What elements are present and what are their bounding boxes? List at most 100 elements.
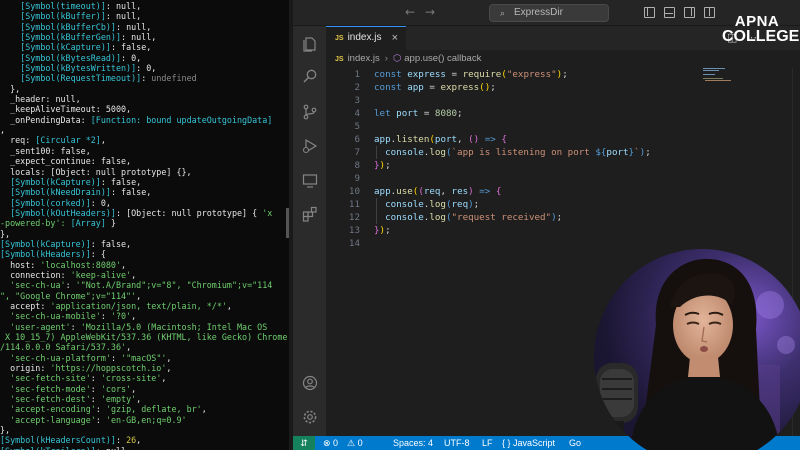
terminal-text: , — [0, 125, 6, 136]
terminal-text: X 10_15_7) AppleWebKit/537.36 (KHTML, li… — [0, 332, 288, 342]
terminal-text: : — [90, 383, 101, 394]
terminal-line: -powered-by': [Array] } — [0, 218, 289, 228]
eol-setting[interactable]: LF — [482, 436, 493, 450]
indentation-setting[interactable]: Spaces: 4 — [393, 436, 433, 450]
terminal-text: : false, — [90, 238, 132, 249]
source-control-icon[interactable] — [302, 104, 318, 120]
terminal-text: : — [115, 435, 127, 446]
code-token: port — [606, 147, 629, 158]
minimap[interactable] — [703, 68, 733, 88]
terminal-text: [Symbol(kCapture)] — [0, 42, 111, 53]
code-token: express — [440, 82, 480, 93]
close-tab-icon[interactable]: × — [392, 27, 398, 49]
code-line[interactable]: const app = express(); — [374, 81, 496, 94]
terminal-text: /114.0.0.0 Safari/537.36' — [0, 342, 127, 353]
code-line[interactable]: console.log(req); — [374, 198, 479, 211]
go-live-button[interactable]: Go — [569, 436, 581, 450]
terminal-text: origin: — [0, 363, 51, 374]
terminal-text: , — [121, 259, 127, 270]
errors-count[interactable]: ⊗ 0 — [323, 436, 338, 450]
breadcrumb-symbol[interactable]: app.use() callback — [404, 53, 481, 64]
line-number: 11 — [348, 199, 360, 210]
explorer-icon[interactable] — [302, 36, 318, 52]
toggle-primary-sidebar-icon[interactable] — [644, 7, 655, 18]
terminal-text: 26 — [126, 435, 137, 446]
code-token: const — [374, 82, 402, 93]
code-line[interactable]: console.log(`app is listening on port ${… — [374, 146, 651, 159]
code-line[interactable]: }); — [374, 224, 391, 237]
terminal-text: [Symbol(kNeedDrain)] — [0, 187, 111, 198]
terminal-text: [Symbol(kCapture)] — [0, 238, 91, 249]
terminal-text: [Symbol(RequestTimeout)] — [0, 73, 142, 84]
command-center-search[interactable]: ⌕ ExpressDir — [489, 4, 609, 22]
code-token: ; — [457, 108, 463, 119]
terminal-text: , — [166, 363, 172, 374]
language-mode[interactable]: { } JavaScript — [502, 436, 555, 450]
code-line[interactable]: }); — [374, 159, 391, 172]
tab-index-js[interactable]: JS index.js × — [326, 26, 406, 50]
code-token: ; — [473, 199, 480, 210]
terminal-line: locals: [Object: null prototype] {}, — [0, 167, 289, 177]
line-number: 2 — [354, 82, 360, 93]
search-icon[interactable] — [302, 68, 318, 84]
terminal-text: ", "Google Chrome";v="114"' — [0, 290, 137, 301]
terminal-panel[interactable]: [Symbol(timeout)]: null, [Symbol(kBuffer… — [0, 0, 289, 450]
terminal-text: connection: — [0, 269, 71, 280]
terminal-text: 'sec-ch-ua-mobile' — [0, 311, 101, 322]
code-token: () — [468, 134, 480, 145]
remote-explorer-icon[interactable] — [302, 173, 318, 189]
terminal-line: [Symbol(corked)]: 0, — [0, 198, 289, 208]
terminal-line: }, — [0, 425, 289, 435]
settings-gear-icon[interactable] — [302, 409, 318, 425]
code-token: req — [423, 186, 441, 197]
line-number: 10 — [348, 186, 360, 197]
toggle-panel-icon[interactable] — [664, 7, 675, 18]
extensions-icon[interactable] — [302, 206, 318, 222]
encoding-setting[interactable]: UTF-8 — [444, 436, 470, 450]
run-and-debug-icon[interactable] — [302, 138, 318, 154]
code-line[interactable]: console.log("request received"); — [374, 211, 562, 224]
logo-line-1: APNA — [734, 13, 780, 30]
line-number: 6 — [354, 134, 360, 145]
terminal-text: _keepAliveTimeout: 5000, — [0, 104, 132, 115]
terminal-text: : — [65, 280, 76, 291]
terminal-line: }, — [0, 84, 289, 94]
terminal-line: [Symbol(kBytesWritten)]: 0, — [0, 63, 289, 73]
code-line[interactable]: app.listen(port, () => { — [374, 133, 507, 146]
forward-arrow-icon[interactable]: → — [425, 5, 435, 19]
terminal-line: [Symbol(kBuffer)]: null, — [0, 11, 289, 21]
breadcrumb-file[interactable]: index.js — [348, 53, 380, 64]
terminal-text: , — [100, 135, 106, 146]
terminal-text: locals: [Object: null prototype] {}, — [0, 166, 192, 177]
terminal-text: 'sec-fetch-dest' — [0, 394, 91, 405]
terminal-line: [Symbol(kCapture)]: false, — [0, 177, 289, 187]
account-icon[interactable] — [302, 375, 318, 391]
terminal-line: _keepAliveTimeout: 5000, — [0, 104, 289, 114]
toggle-secondary-sidebar-icon[interactable] — [684, 7, 695, 18]
terminal-text: : null, — [121, 32, 157, 43]
terminal-line: X 10_15_7) AppleWebKit/537.36 (KHTML, li… — [0, 332, 289, 342]
terminal-line: 'sec-ch-ua-mobile': '?0', — [0, 311, 289, 321]
terminal-text: , — [131, 311, 137, 322]
code-line[interactable]: app.use((req, res) => { — [374, 185, 501, 198]
code-line[interactable]: const express = require("express"); — [374, 68, 568, 81]
terminal-text: 'sec-fetch-mode' — [0, 383, 91, 394]
terminal-line: [Symbol(kHeaders)]: { — [0, 249, 289, 259]
customize-layout-icon[interactable] — [704, 7, 715, 18]
terminal-line: [Symbol(kNeedDrain)]: false, — [0, 187, 289, 197]
terminal-text: 'accept-encoding' — [0, 404, 96, 415]
terminal-text: : 0, — [136, 63, 157, 74]
terminal-text: , — [136, 394, 142, 405]
terminal-text: }, — [0, 83, 21, 94]
back-arrow-icon[interactable]: ← — [405, 5, 415, 19]
code-line[interactable]: let port = 8080; — [374, 107, 463, 120]
code-token: app — [374, 186, 391, 197]
javascript-file-icon: JS — [335, 56, 344, 63]
terminal-text: : [Object: null prototype] { — [115, 207, 263, 218]
terminal-line: 'accept-encoding': 'gzip, deflate, br', — [0, 404, 289, 414]
terminal-text: : 0, — [121, 52, 142, 63]
remote-indicator[interactable]: ⇵ — [293, 436, 315, 450]
terminal-text: [Symbol(kBuffer)] — [0, 11, 106, 22]
code-token: { — [501, 134, 507, 145]
warnings-count[interactable]: ⚠ 0 — [347, 436, 363, 450]
